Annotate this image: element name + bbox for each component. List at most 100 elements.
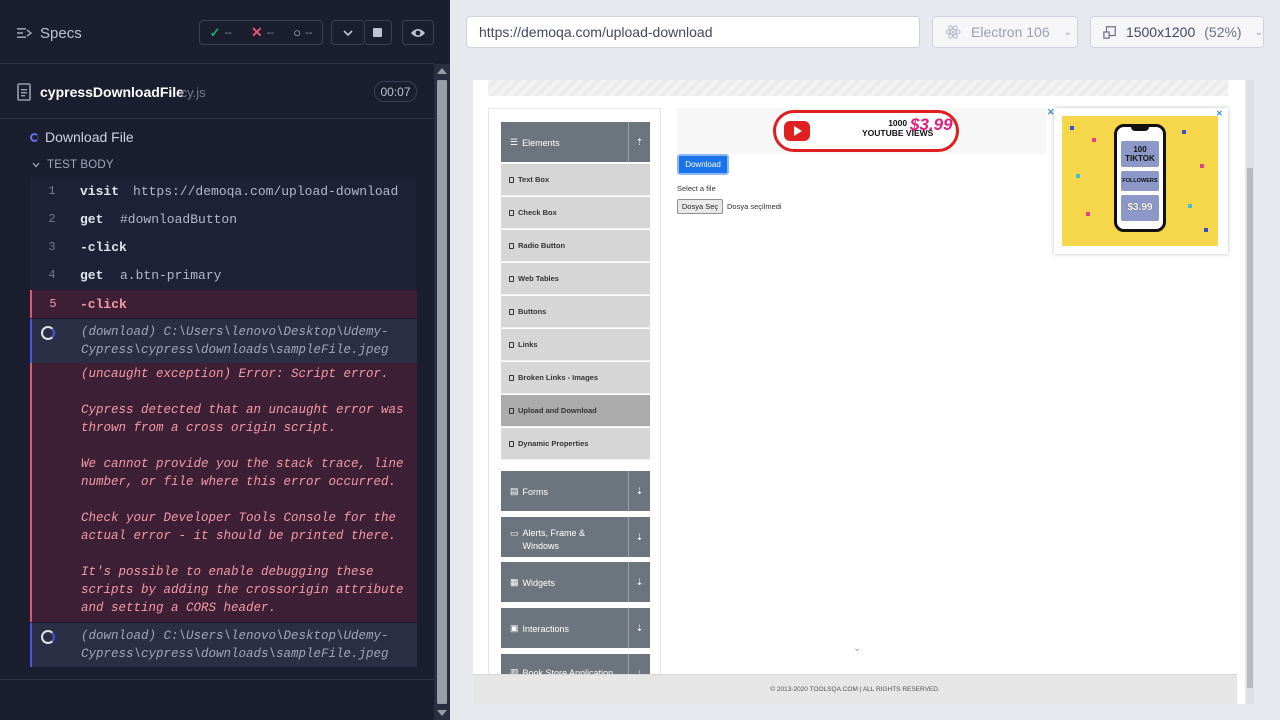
document-icon (509, 275, 514, 282)
menu-item-label: Check Box (518, 208, 557, 217)
expand-arrow-icon[interactable]: ⇣ (628, 608, 650, 648)
document-icon (17, 83, 31, 101)
app-under-test-panel: https://demoqa.com/upload-download Elect… (450, 0, 1280, 720)
command-row[interactable]: 2 get #downloadButton (30, 205, 417, 233)
browser-selector[interactable]: Electron 106 ⌄ (932, 16, 1078, 48)
document-icon (509, 374, 514, 381)
form-icon: ▤ (510, 486, 519, 496)
stop-icon (373, 28, 382, 37)
group-label: ▣ Interactions (510, 623, 569, 634)
test-body-header[interactable]: TEST BODY (32, 159, 114, 171)
expand-arrow-icon[interactable]: ⇣ (628, 471, 650, 511)
menu-item-label: Radio Button (518, 241, 566, 250)
chevron-down-icon (32, 162, 40, 168)
expand-arrow-icon[interactable]: ⇣ (628, 517, 650, 557)
group-header-widgets[interactable]: ▦ Widgets ⇣ (501, 562, 650, 602)
menu-item-label: Dynamic Properties (518, 439, 589, 448)
document-icon (509, 407, 514, 414)
hamburger-icon: ☰ (510, 137, 519, 147)
stop-button[interactable] (364, 20, 392, 45)
toggle-auto-scroll-button[interactable] (331, 20, 365, 45)
scrollbar-thumb[interactable] (1247, 168, 1253, 688)
scrollbar-thumb[interactable] (437, 80, 447, 704)
window-icon: ▭ (510, 528, 519, 538)
group-header-alerts[interactable]: ▭ Alerts, Frame & Windows ⇣ (501, 517, 650, 557)
command-row[interactable]: 3 -click (30, 233, 417, 261)
ad-card: FOLLOWERS (1121, 171, 1159, 191)
chevron-down-icon: ⌄ (853, 643, 862, 654)
scroll-up-arrow-icon[interactable] (437, 68, 447, 74)
chevron-down-icon: ⌄ (1063, 26, 1072, 38)
group-label-text: Interactions (522, 623, 570, 634)
header-pattern (488, 80, 1228, 96)
command-arg: #downloadButton (120, 211, 238, 227)
command-number: 2 (48, 212, 56, 226)
viewport-selector[interactable]: 1500x1200 (52%) ⌄ (1090, 16, 1264, 48)
url-bar[interactable]: https://demoqa.com/upload-download (466, 16, 920, 48)
specs-button[interactable]: Specs (16, 22, 82, 44)
run-duration: 00:07 (374, 81, 417, 102)
group-header-interactions[interactable]: ▣ Interactions ⇣ (501, 608, 650, 648)
command-row[interactable]: 4 get a.btn-primary (30, 261, 417, 289)
menu-item-text-box[interactable]: Text Box (501, 164, 650, 196)
menu-item-radio-button[interactable]: Radio Button (501, 230, 650, 262)
scroll-down-arrow-icon[interactable] (437, 710, 447, 716)
cypress-runner: Specs ✓ -- ✕ -- ○ -- cypressDownloadFile… (0, 0, 1280, 720)
menu-item-dynamic-properties[interactable]: Dynamic Properties (501, 428, 650, 460)
aut-scrollbar[interactable] (1246, 80, 1254, 704)
test-stats: ✓ -- ✕ -- ○ -- (199, 20, 323, 45)
reporter-scrollbar[interactable] (434, 64, 450, 720)
youtube-ad-banner[interactable]: 1000 YOUTUBE VIEWS $3.99 (677, 108, 1047, 154)
download-log-text: (download) C:\Users\lenovo\Desktop\Udemy… (81, 325, 389, 357)
phone-illustration: 100 TIKTOK FOLLOWERS $3.99 (1114, 124, 1166, 232)
test-title[interactable]: Download File (30, 129, 134, 145)
tiktok-ad[interactable]: ✕ 100 TIKTOK FOLLOWERS $3.99 (1054, 108, 1228, 254)
menu-item-web-tables[interactable]: Web Tables (501, 263, 650, 295)
confetti (1182, 130, 1186, 134)
command-number: 3 (48, 240, 56, 254)
choose-file-button[interactable]: Dosya Seç (677, 199, 723, 214)
select-file-label: Select a file (677, 184, 716, 193)
divider (0, 679, 434, 680)
menu-item-label: Text Box (518, 175, 550, 184)
download-log[interactable]: (download) C:\Users\lenovo\Desktop\Udemy… (30, 319, 417, 363)
menu-item-buttons[interactable]: Buttons (501, 296, 650, 328)
download-log[interactable]: (download) C:\Users\lenovo\Desktop\Udemy… (30, 623, 417, 667)
command-number: 1 (48, 184, 56, 198)
confetti (1070, 126, 1074, 130)
menu-item-check-box[interactable]: Check Box (501, 197, 650, 229)
menu-item-label: Buttons (518, 307, 547, 316)
chevron-down-icon (343, 29, 353, 36)
pending-count: -- (305, 26, 313, 39)
passed-stat: ✓ -- (210, 25, 232, 41)
download-log-text: (download) C:\Users\lenovo\Desktop\Udemy… (81, 629, 389, 661)
group-header-elements[interactable]: ☰ Elements ⇡ (501, 122, 650, 162)
confetti (1076, 174, 1080, 178)
group-header-forms[interactable]: ▤ Forms ⇣ (501, 471, 650, 511)
menu-item-links[interactable]: Links (501, 329, 650, 361)
test-title-label: Download File (45, 129, 134, 145)
collapse-arrow-icon[interactable]: ⇡ (628, 122, 650, 162)
group-label-text: Widgets (522, 577, 556, 588)
file-status: Dosya seçilmedi (727, 202, 782, 211)
test-body-label: TEST BODY (47, 159, 114, 171)
command-row[interactable]: 1 visit https://demoqa.com/upload-downlo… (30, 177, 417, 205)
command-row-failed[interactable]: 5 -click (30, 290, 417, 318)
check-icon: ✓ (209, 24, 221, 40)
ad-line: TIKTOK (1125, 154, 1155, 163)
menu-item-upload-download[interactable]: Upload and Download (501, 395, 650, 427)
loading-ring-icon (41, 326, 55, 340)
download-button[interactable]: Download (677, 154, 729, 175)
menu-item-broken-links[interactable]: Broken Links - Images (501, 362, 650, 394)
spec-file-name[interactable]: cypressDownloadFile (40, 84, 184, 100)
studio-button[interactable] (402, 20, 434, 45)
confetti (1200, 164, 1204, 168)
document-icon (509, 176, 514, 183)
passed-count: -- (224, 26, 232, 39)
command-name: visit (80, 183, 120, 199)
file-upload-input[interactable]: Dosya Seç Dosya seçilmedi (677, 199, 782, 214)
expand-arrow-icon[interactable]: ⇣ (628, 562, 650, 602)
error-message[interactable]: (uncaught exception) Error: Script error… (30, 363, 417, 622)
eye-icon (411, 28, 425, 37)
confetti (1188, 204, 1192, 208)
